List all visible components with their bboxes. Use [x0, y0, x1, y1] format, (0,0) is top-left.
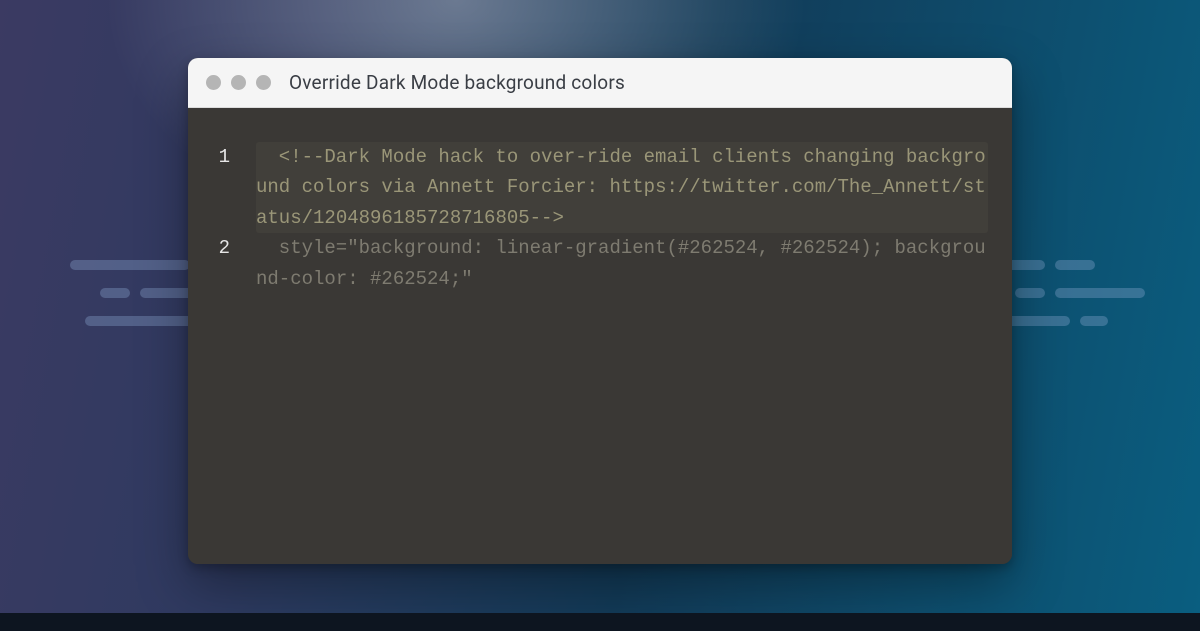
- line-number: 1: [212, 142, 256, 172]
- code-window: Override Dark Mode background colors 1 <…: [188, 58, 1012, 564]
- code-editor[interactable]: 1 <!--Dark Mode hack to over-ride email …: [188, 108, 1012, 564]
- code-line: 1 <!--Dark Mode hack to over-ride email …: [212, 142, 988, 233]
- code-line: 2 style="background: linear-gradient(#26…: [212, 233, 988, 294]
- window-titlebar: Override Dark Mode background colors: [188, 58, 1012, 108]
- line-number: 2: [212, 233, 256, 263]
- minimize-icon[interactable]: [231, 75, 246, 90]
- window-controls: [206, 75, 271, 90]
- code-text-comment: <!--Dark Mode hack to over-ride email cl…: [256, 142, 988, 233]
- window-title: Override Dark Mode background colors: [289, 71, 625, 94]
- maximize-icon[interactable]: [256, 75, 271, 90]
- code-text: style="background: linear-gradient(#2625…: [256, 233, 988, 294]
- footer-strip: [0, 613, 1200, 631]
- close-icon[interactable]: [206, 75, 221, 90]
